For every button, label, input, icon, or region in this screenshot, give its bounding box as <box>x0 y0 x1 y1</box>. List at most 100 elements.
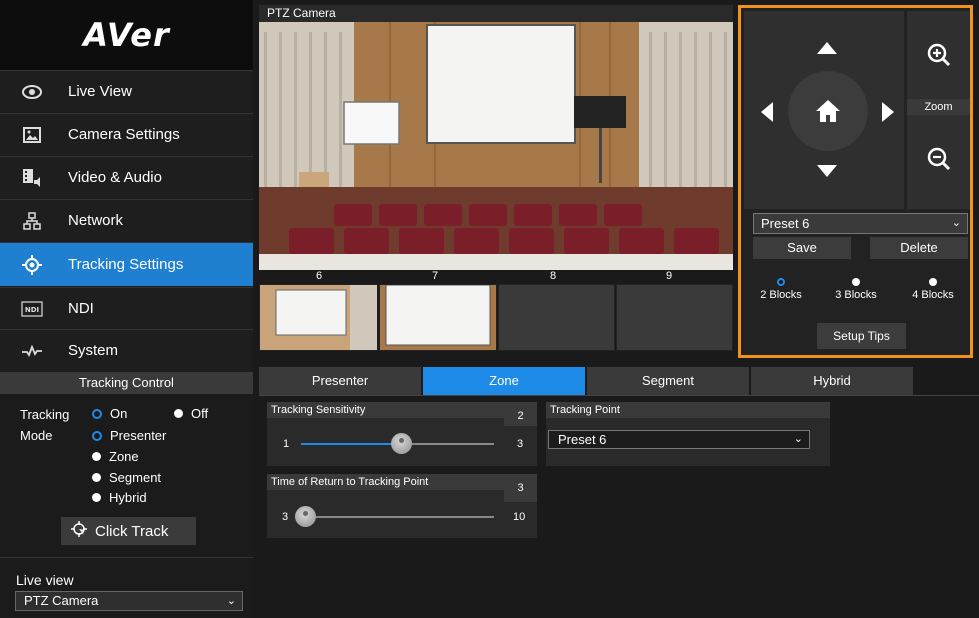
radio-unselected-icon <box>852 278 860 286</box>
save-preset-button[interactable]: Save <box>753 237 851 259</box>
live-view-label: Live view <box>16 572 74 588</box>
sensitivity-slider-fill <box>301 443 401 445</box>
radio-unselected-icon <box>929 278 937 286</box>
slider-min-label: 1 <box>283 438 290 450</box>
preset-number-7: 7 <box>432 270 439 282</box>
preset-thumbnail[interactable] <box>379 284 497 351</box>
setup-tips-button[interactable]: Setup Tips <box>817 323 906 349</box>
pan-down-arrow-icon[interactable] <box>817 164 837 182</box>
nav-system[interactable]: System <box>0 329 253 371</box>
zoom-controls: Zoom <box>907 11 970 209</box>
nav-ndi[interactable]: NDI NDI <box>0 287 253 329</box>
pulse-icon <box>21 340 43 362</box>
blocks-3-radio[interactable]: 3 Blocks <box>826 278 886 301</box>
tracking-on-radio[interactable]: On <box>92 406 127 421</box>
radio-unselected-icon <box>92 473 101 482</box>
preset-number-8: 8 <box>550 270 557 282</box>
blocks-4-radio[interactable]: 4 Blocks <box>903 278 963 301</box>
nav-label: NDI <box>68 300 94 317</box>
home-position-button[interactable] <box>788 71 868 151</box>
pan-left-arrow-icon[interactable] <box>761 102 773 127</box>
mode-zone-radio[interactable]: Zone <box>92 449 139 464</box>
tracking-point-selected: Preset 6 <box>558 432 607 447</box>
blocks-2-radio[interactable]: 2 Blocks <box>751 278 811 301</box>
slider-min-label: 3 <box>282 511 289 523</box>
radio-selected-icon <box>92 430 102 441</box>
nav-label: Live View <box>68 83 132 100</box>
return-time-value: 3 <box>504 474 537 502</box>
tab-hybrid[interactable]: Hybrid <box>751 367 913 395</box>
click-track-label: Click Track <box>95 522 169 540</box>
radio-label: Zone <box>109 449 139 464</box>
pan-right-arrow-icon[interactable] <box>882 102 894 127</box>
radio-label: Segment <box>109 470 162 485</box>
radio-label: Presenter <box>110 428 167 443</box>
camera-live-feed[interactable] <box>259 22 733 270</box>
nav-video-audio[interactable]: Video & Audio <box>0 156 253 198</box>
radio-label: Hybrid <box>109 490 147 505</box>
tracking-sensitivity-title: Tracking Sensitivity <box>267 402 504 418</box>
chevron-down-icon: ⌄ <box>951 217 961 229</box>
preset-thumbnail-image <box>260 285 377 350</box>
preset-select[interactable]: Preset 6 ⌄ <box>753 213 968 234</box>
tab-zone[interactable]: Zone <box>423 367 585 395</box>
pan-up-arrow-icon[interactable] <box>817 41 837 59</box>
nav-network[interactable]: Network <box>0 199 253 241</box>
click-track-button[interactable]: Click Track <box>61 517 196 545</box>
live-view-selected: PTZ Camera <box>24 593 99 608</box>
ptz-control-panel: Zoom Preset 6 ⌄ Save Delete 2 Blocks 3 B… <box>738 5 973 358</box>
nav-label: Tracking Settings <box>68 256 184 273</box>
sidebar: AVer Live View Camera Settings Video & A… <box>0 0 253 618</box>
nav-camera-settings[interactable]: Camera Settings <box>0 113 253 155</box>
classroom-scene-image <box>259 22 733 270</box>
crosshair-icon <box>71 521 87 541</box>
radio-label: Off <box>191 406 209 421</box>
direction-pad <box>744 11 904 209</box>
tracking-point-select[interactable]: Preset 6 ⌄ <box>548 430 810 449</box>
nav-tracking-settings[interactable]: Tracking Settings <box>0 242 253 286</box>
radio-selected-icon <box>92 408 102 419</box>
radio-label: On <box>110 406 128 421</box>
tracking-sensitivity-value: 2 <box>504 402 537 426</box>
mode-label: Mode <box>20 428 53 443</box>
radio-unselected-icon <box>92 493 101 502</box>
slider-max-label: 10 <box>513 511 526 523</box>
tab-segment[interactable]: Segment <box>587 367 749 395</box>
preset-number-6: 6 <box>316 270 323 282</box>
tab-presenter[interactable]: Presenter <box>259 367 421 395</box>
network-icon <box>21 210 43 232</box>
tracking-point-title: Tracking Point <box>546 402 830 418</box>
blocks-label: 4 Blocks <box>912 289 954 301</box>
tab-divider <box>259 395 979 396</box>
tracking-off-radio[interactable]: Off <box>174 406 208 421</box>
zoom-in-icon[interactable] <box>927 43 951 72</box>
preset-thumbnail[interactable] <box>259 284 378 351</box>
nav-label: System <box>68 342 119 359</box>
preset-thumbnail[interactable] <box>616 284 733 351</box>
radio-selected-icon <box>777 278 785 286</box>
svg-text:NDI: NDI <box>25 306 39 314</box>
mode-segment-radio[interactable]: Segment <box>92 470 161 485</box>
mode-presenter-radio[interactable]: Presenter <box>92 428 166 443</box>
return-time-slider-track[interactable] <box>297 516 494 518</box>
ndi-icon: NDI <box>21 298 43 320</box>
sensitivity-slider-knob[interactable] <box>391 433 412 454</box>
image-icon <box>21 124 43 146</box>
tracking-control-panel: Tracking Mode On Off Presenter Zone Segm… <box>0 394 253 556</box>
return-time-slider-knob[interactable] <box>295 506 316 527</box>
slider-max-label: 3 <box>517 438 524 450</box>
preset-number-9: 9 <box>666 270 673 282</box>
chevron-down-icon: ⌄ <box>793 433 803 445</box>
delete-preset-button[interactable]: Delete <box>870 237 968 259</box>
nav-live-view[interactable]: Live View <box>0 70 253 112</box>
home-icon <box>816 100 840 122</box>
eye-icon <box>21 81 43 103</box>
tracking-sensitivity-box: Tracking Sensitivity 2 1 3 <box>267 402 537 466</box>
chevron-down-icon: ⌄ <box>226 595 236 607</box>
zoom-out-icon[interactable] <box>927 147 951 176</box>
live-view-select[interactable]: PTZ Camera ⌄ <box>15 591 243 611</box>
video-title: PTZ Camera <box>259 5 733 22</box>
mode-hybrid-radio[interactable]: Hybrid <box>92 490 147 505</box>
preset-thumbnail[interactable] <box>498 284 615 351</box>
tracking-control-header: Tracking Control <box>0 372 253 394</box>
